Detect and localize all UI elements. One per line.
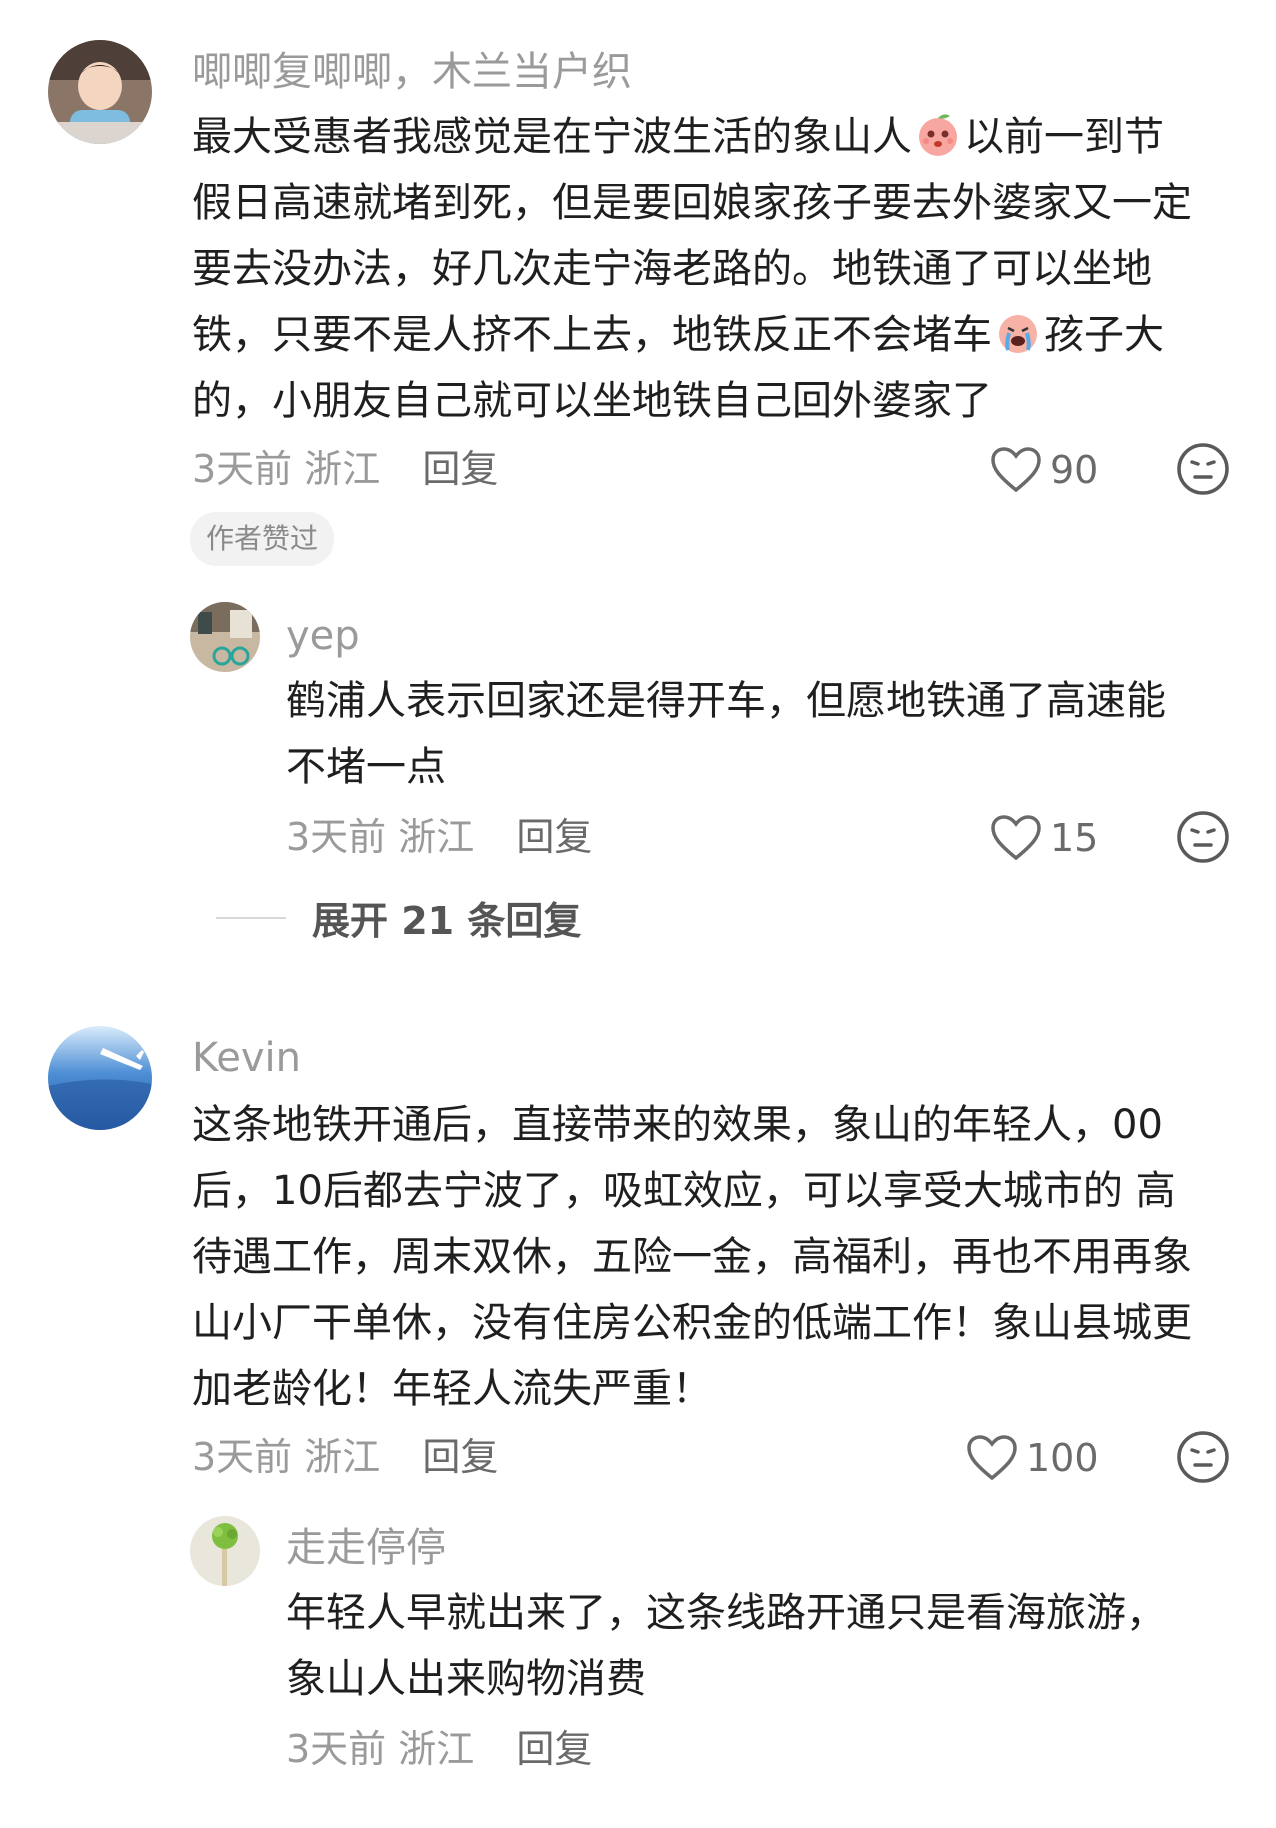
username[interactable]: Kevin xyxy=(192,1034,301,1082)
location: 浙江 xyxy=(304,447,381,491)
expand-replies-button[interactable]: 展开 21 条回复 xyxy=(216,890,581,945)
text-line: 鹤浦人表示回家还是得开车，但愿地铁通了高速能 xyxy=(286,678,1166,724)
text-line: 山小厂干单休，没有住房公积金的低端工作！象山县城更 xyxy=(192,1300,1192,1346)
text-line: 铁，只要不是人挤不上去，地铁反正不会堵车 xyxy=(192,312,992,358)
like-button[interactable]: 90 xyxy=(990,442,1098,498)
author-liked-badge: 作者赞过 xyxy=(190,512,335,566)
like-count: 100 xyxy=(1026,1436,1099,1480)
peach-emoji-icon xyxy=(914,110,962,158)
text-line: 孩子大 xyxy=(1044,312,1164,358)
text-line: 年轻人早就出来了，这条线路开通只是看海旅游， xyxy=(286,1590,1166,1636)
avatar[interactable] xyxy=(48,1026,152,1130)
reply-button[interactable]: 回复 xyxy=(516,1727,592,1771)
location: 浙江 xyxy=(304,1435,381,1479)
like-button[interactable]: 15 xyxy=(990,810,1098,866)
text-line: 不堵一点 xyxy=(286,744,446,790)
avatar-image xyxy=(190,602,260,672)
neutral-face-icon[interactable] xyxy=(1176,810,1230,864)
comment-meta: 3天前 浙江 回复 xyxy=(286,1726,592,1772)
avatar-image xyxy=(48,1026,152,1130)
location: 浙江 xyxy=(398,1727,475,1771)
comment-meta: 3天前 浙江 回复 xyxy=(286,814,592,860)
text-line: 待遇工作，周末双休，五险一金，高福利，再也不用再象 xyxy=(192,1234,1192,1280)
text-line: 后，10后都去宁波了，吸虹效应，可以享受大城市的 高 xyxy=(192,1168,1176,1214)
comment-meta: 3天前 浙江 回复 xyxy=(192,1434,498,1480)
avatar[interactable] xyxy=(48,40,152,144)
like-button[interactable]: 100 xyxy=(966,1430,1099,1486)
text-line: 以前一到节 xyxy=(964,114,1164,160)
heart-outline-icon xyxy=(991,815,1041,861)
text-line: 这条地铁开通后，直接带来的效果，象山的年轻人，00 xyxy=(192,1102,1163,1148)
location: 浙江 xyxy=(398,815,475,859)
timestamp: 3天前 xyxy=(192,447,293,491)
text-line: 要去没办法，好几次走宁海老路的。地铁通了可以坐地 xyxy=(192,246,1152,292)
text-line: 加老龄化！年轻人流失严重！ xyxy=(192,1366,712,1412)
heart-outline-icon xyxy=(967,1435,1017,1481)
avatar[interactable] xyxy=(190,602,260,672)
comment-text: 最大受惠者我感觉是在宁波生活的象山人 以前一到节 假日高速就堵到死，但是要回娘家孩… xyxy=(192,104,1192,434)
crying-emoji-icon xyxy=(994,308,1042,356)
avatar-image xyxy=(190,1516,260,1586)
timestamp: 3天前 xyxy=(192,1435,293,1479)
text-line: 的，小朋友自己就可以坐地铁自己回外婆家了 xyxy=(192,378,992,424)
text-line: 假日高速就堵到死，但是要回娘家孩子要去外婆家又一定 xyxy=(192,180,1192,226)
comment-meta: 3天前 浙江 回复 xyxy=(192,446,498,492)
username[interactable]: 唧唧复唧唧，木兰当户织 xyxy=(192,48,632,96)
like-count: 15 xyxy=(1050,816,1099,860)
avatar-image xyxy=(48,40,152,144)
username[interactable]: 走走停停 xyxy=(286,1524,446,1572)
comment-text: 这条地铁开通后，直接带来的效果，象山的年轻人，00 后，10后都去宁波了，吸虹效… xyxy=(192,1092,1192,1422)
expand-replies-label: 展开 21 条回复 xyxy=(312,899,582,943)
timestamp: 3天前 xyxy=(286,815,387,859)
text-line: 象山人出来购物消费 xyxy=(286,1656,646,1702)
timestamp: 3天前 xyxy=(286,1727,387,1771)
neutral-face-icon[interactable] xyxy=(1176,442,1230,496)
comment-text: 鹤浦人表示回家还是得开车，但愿地铁通了高速能 不堵一点 xyxy=(286,668,1166,800)
comment-text: 年轻人早就出来了，这条线路开通只是看海旅游， 象山人出来购物消费 xyxy=(286,1580,1166,1712)
like-count: 90 xyxy=(1050,448,1099,492)
avatar[interactable] xyxy=(190,1516,260,1586)
reply-button[interactable]: 回复 xyxy=(516,815,592,859)
text-line: 最大受惠者我感觉是在宁波生活的象山人 xyxy=(192,114,912,160)
reply-button[interactable]: 回复 xyxy=(422,1435,498,1479)
heart-outline-icon xyxy=(991,447,1041,493)
divider xyxy=(216,916,286,919)
neutral-face-icon[interactable] xyxy=(1176,1430,1230,1484)
username[interactable]: yep xyxy=(286,612,360,660)
reply-button[interactable]: 回复 xyxy=(422,447,498,491)
